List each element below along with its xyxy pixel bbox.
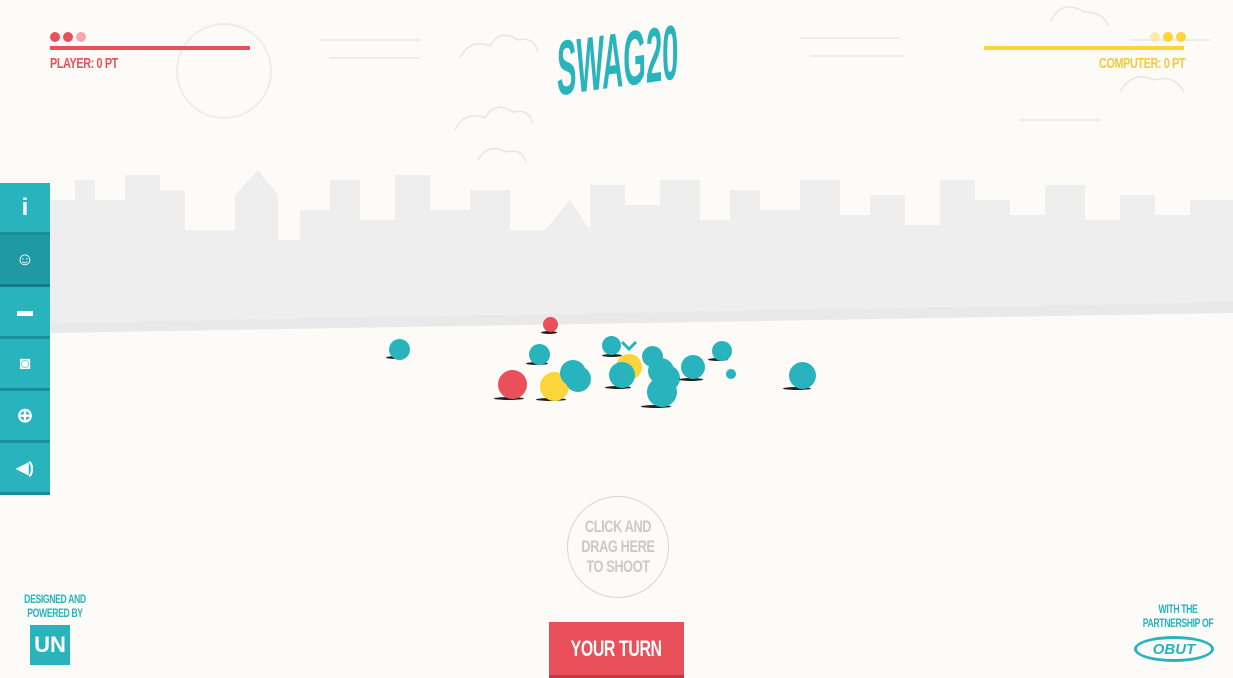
un-logo[interactable]: UN: [30, 625, 70, 665]
info-icon[interactable]: i: [0, 183, 50, 235]
ghost-icon[interactable]: ☺: [0, 235, 50, 287]
teal-ball: [789, 362, 816, 389]
computer-bar: [984, 46, 1184, 50]
teal-ball: [529, 344, 550, 365]
player-lives: [50, 32, 86, 42]
your-turn-button[interactable]: YOUR TURN: [549, 622, 684, 678]
life-dot: [63, 32, 73, 42]
teal-ball: [726, 369, 736, 379]
swag2014-logo: SWAG2014: [557, 18, 680, 104]
speaker-icon[interactable]: ◀): [0, 443, 50, 495]
teal-ball: [712, 341, 732, 361]
shoot-drag-area[interactable]: CLICK AND DRAG HERE TO SHOOT: [567, 496, 669, 598]
svg-text:SWAG2014: SWAG2014: [557, 18, 680, 104]
player-score: PLAYER: 0 PT: [50, 55, 118, 72]
life-dot: [1176, 32, 1186, 42]
computer-score: COMPUTER: 0 PT: [1099, 55, 1186, 72]
zoom-icon[interactable]: ⊕: [0, 391, 50, 443]
teal-ball: [647, 377, 677, 407]
partnership-text: WITH THE PARTNERSHIP OF: [1142, 602, 1214, 630]
teal-ball: [565, 366, 591, 392]
life-dot: [50, 32, 60, 42]
camera-icon[interactable]: ◙: [0, 339, 50, 391]
life-dot: [76, 32, 86, 42]
computer-lives: [1150, 32, 1186, 42]
jack-ball: [543, 317, 558, 332]
your-turn-label: YOUR TURN: [571, 635, 662, 661]
teal-ball: [389, 339, 410, 360]
teal-ball: [609, 362, 635, 388]
podium-icon[interactable]: ▬: [0, 287, 50, 339]
life-dot: [1163, 32, 1173, 42]
player-bar: [50, 46, 250, 50]
life-dot: [1150, 32, 1160, 42]
obut-logo[interactable]: OBUT: [1134, 636, 1214, 662]
target-marker-icon: [620, 340, 638, 352]
shoot-hint: CLICK AND DRAG HERE TO SHOOT: [581, 517, 655, 576]
player-ball: [498, 370, 527, 399]
sidebar: i ☺ ▬ ◙ ⊕ ◀): [0, 183, 50, 495]
teal-ball: [681, 355, 705, 379]
teal-ball: [602, 336, 621, 355]
designed-by-text: DESIGNED AND POWERED BY: [24, 592, 86, 620]
